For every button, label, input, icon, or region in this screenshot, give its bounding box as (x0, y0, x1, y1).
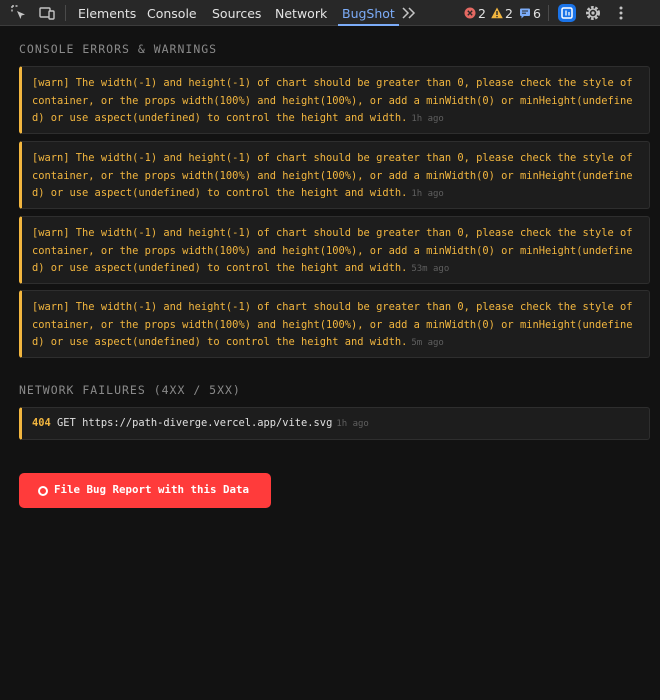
circle-icon (38, 486, 48, 496)
error-counter[interactable]: 2 (464, 0, 486, 26)
console-entry-text: [warn] The width(-1) and height(-1) of c… (32, 75, 642, 129)
warning-count: 2 (505, 6, 513, 21)
settings-icon[interactable] (583, 3, 603, 23)
error-count: 2 (478, 6, 486, 21)
console-entry: [warn] The width(-1) and height(-1) of c… (19, 66, 650, 134)
warning-icon (491, 7, 503, 19)
entry-timestamp: 53m ago (411, 264, 450, 274)
inspect-icon[interactable] (9, 3, 29, 23)
kebab-menu-icon[interactable] (611, 3, 631, 23)
entry-timestamp: 5m ago (411, 338, 444, 348)
device-toggle-icon[interactable] (37, 3, 57, 23)
warning-counter[interactable]: 2 (491, 0, 513, 26)
network-url: https://path-diverge.vercel.app/vite.svg (82, 417, 333, 429)
console-entry-text: [warn] The width(-1) and height(-1) of c… (32, 150, 642, 204)
more-tabs-icon[interactable] (399, 3, 419, 23)
network-entry-text: 404 GET https://path-diverge.vercel.app/… (32, 416, 369, 432)
tab-console[interactable]: Console (147, 0, 197, 26)
network-status: 404 (32, 417, 51, 429)
console-message: [warn] The width(-1) and height(-1) of c… (32, 77, 633, 124)
error-icon (464, 7, 476, 19)
tab-elements[interactable]: Elements (78, 0, 136, 26)
console-message: [warn] The width(-1) and height(-1) of c… (32, 301, 633, 348)
network-section-title: NETWORK FAILURES (4XX / 5XX) (19, 383, 241, 397)
tab-sources[interactable]: Sources (212, 0, 261, 26)
entry-timestamp: 1h ago (411, 114, 444, 124)
network-entry: 404 GET https://path-diverge.vercel.app/… (19, 407, 650, 440)
message-counter[interactable]: 6 (519, 0, 541, 26)
toolbar-divider (65, 5, 66, 21)
entry-timestamp: 1h ago (336, 419, 369, 429)
message-icon (520, 8, 530, 19)
console-message: [warn] The width(-1) and height(-1) of c… (32, 227, 633, 274)
tab-bugshot[interactable]: BugShot (338, 0, 399, 26)
devtools-toolbar: Elements Console Sources Network BugShot… (0, 0, 660, 26)
message-count: 6 (533, 6, 541, 21)
console-entry: [warn] The width(-1) and height(-1) of c… (19, 216, 650, 284)
network-method: GET (57, 417, 76, 429)
file-bug-report-label: File Bug Report with this Data (54, 483, 250, 496)
file-bug-report-button[interactable]: File Bug Report with this Data (19, 473, 271, 508)
entry-timestamp: 1h ago (411, 189, 444, 199)
console-entry: [warn] The width(-1) and height(-1) of c… (19, 290, 650, 358)
console-entry: [warn] The width(-1) and height(-1) of c… (19, 141, 650, 209)
console-entry-text: [warn] The width(-1) and height(-1) of c… (32, 299, 642, 353)
console-entry-text: [warn] The width(-1) and height(-1) of c… (32, 225, 642, 279)
tab-network[interactable]: Network (275, 0, 327, 26)
toolbar-divider (548, 5, 549, 21)
console-section-title: CONSOLE ERRORS & WARNINGS (19, 42, 218, 56)
extension-icon[interactable] (557, 3, 577, 23)
console-message: [warn] The width(-1) and height(-1) of c… (32, 152, 633, 199)
